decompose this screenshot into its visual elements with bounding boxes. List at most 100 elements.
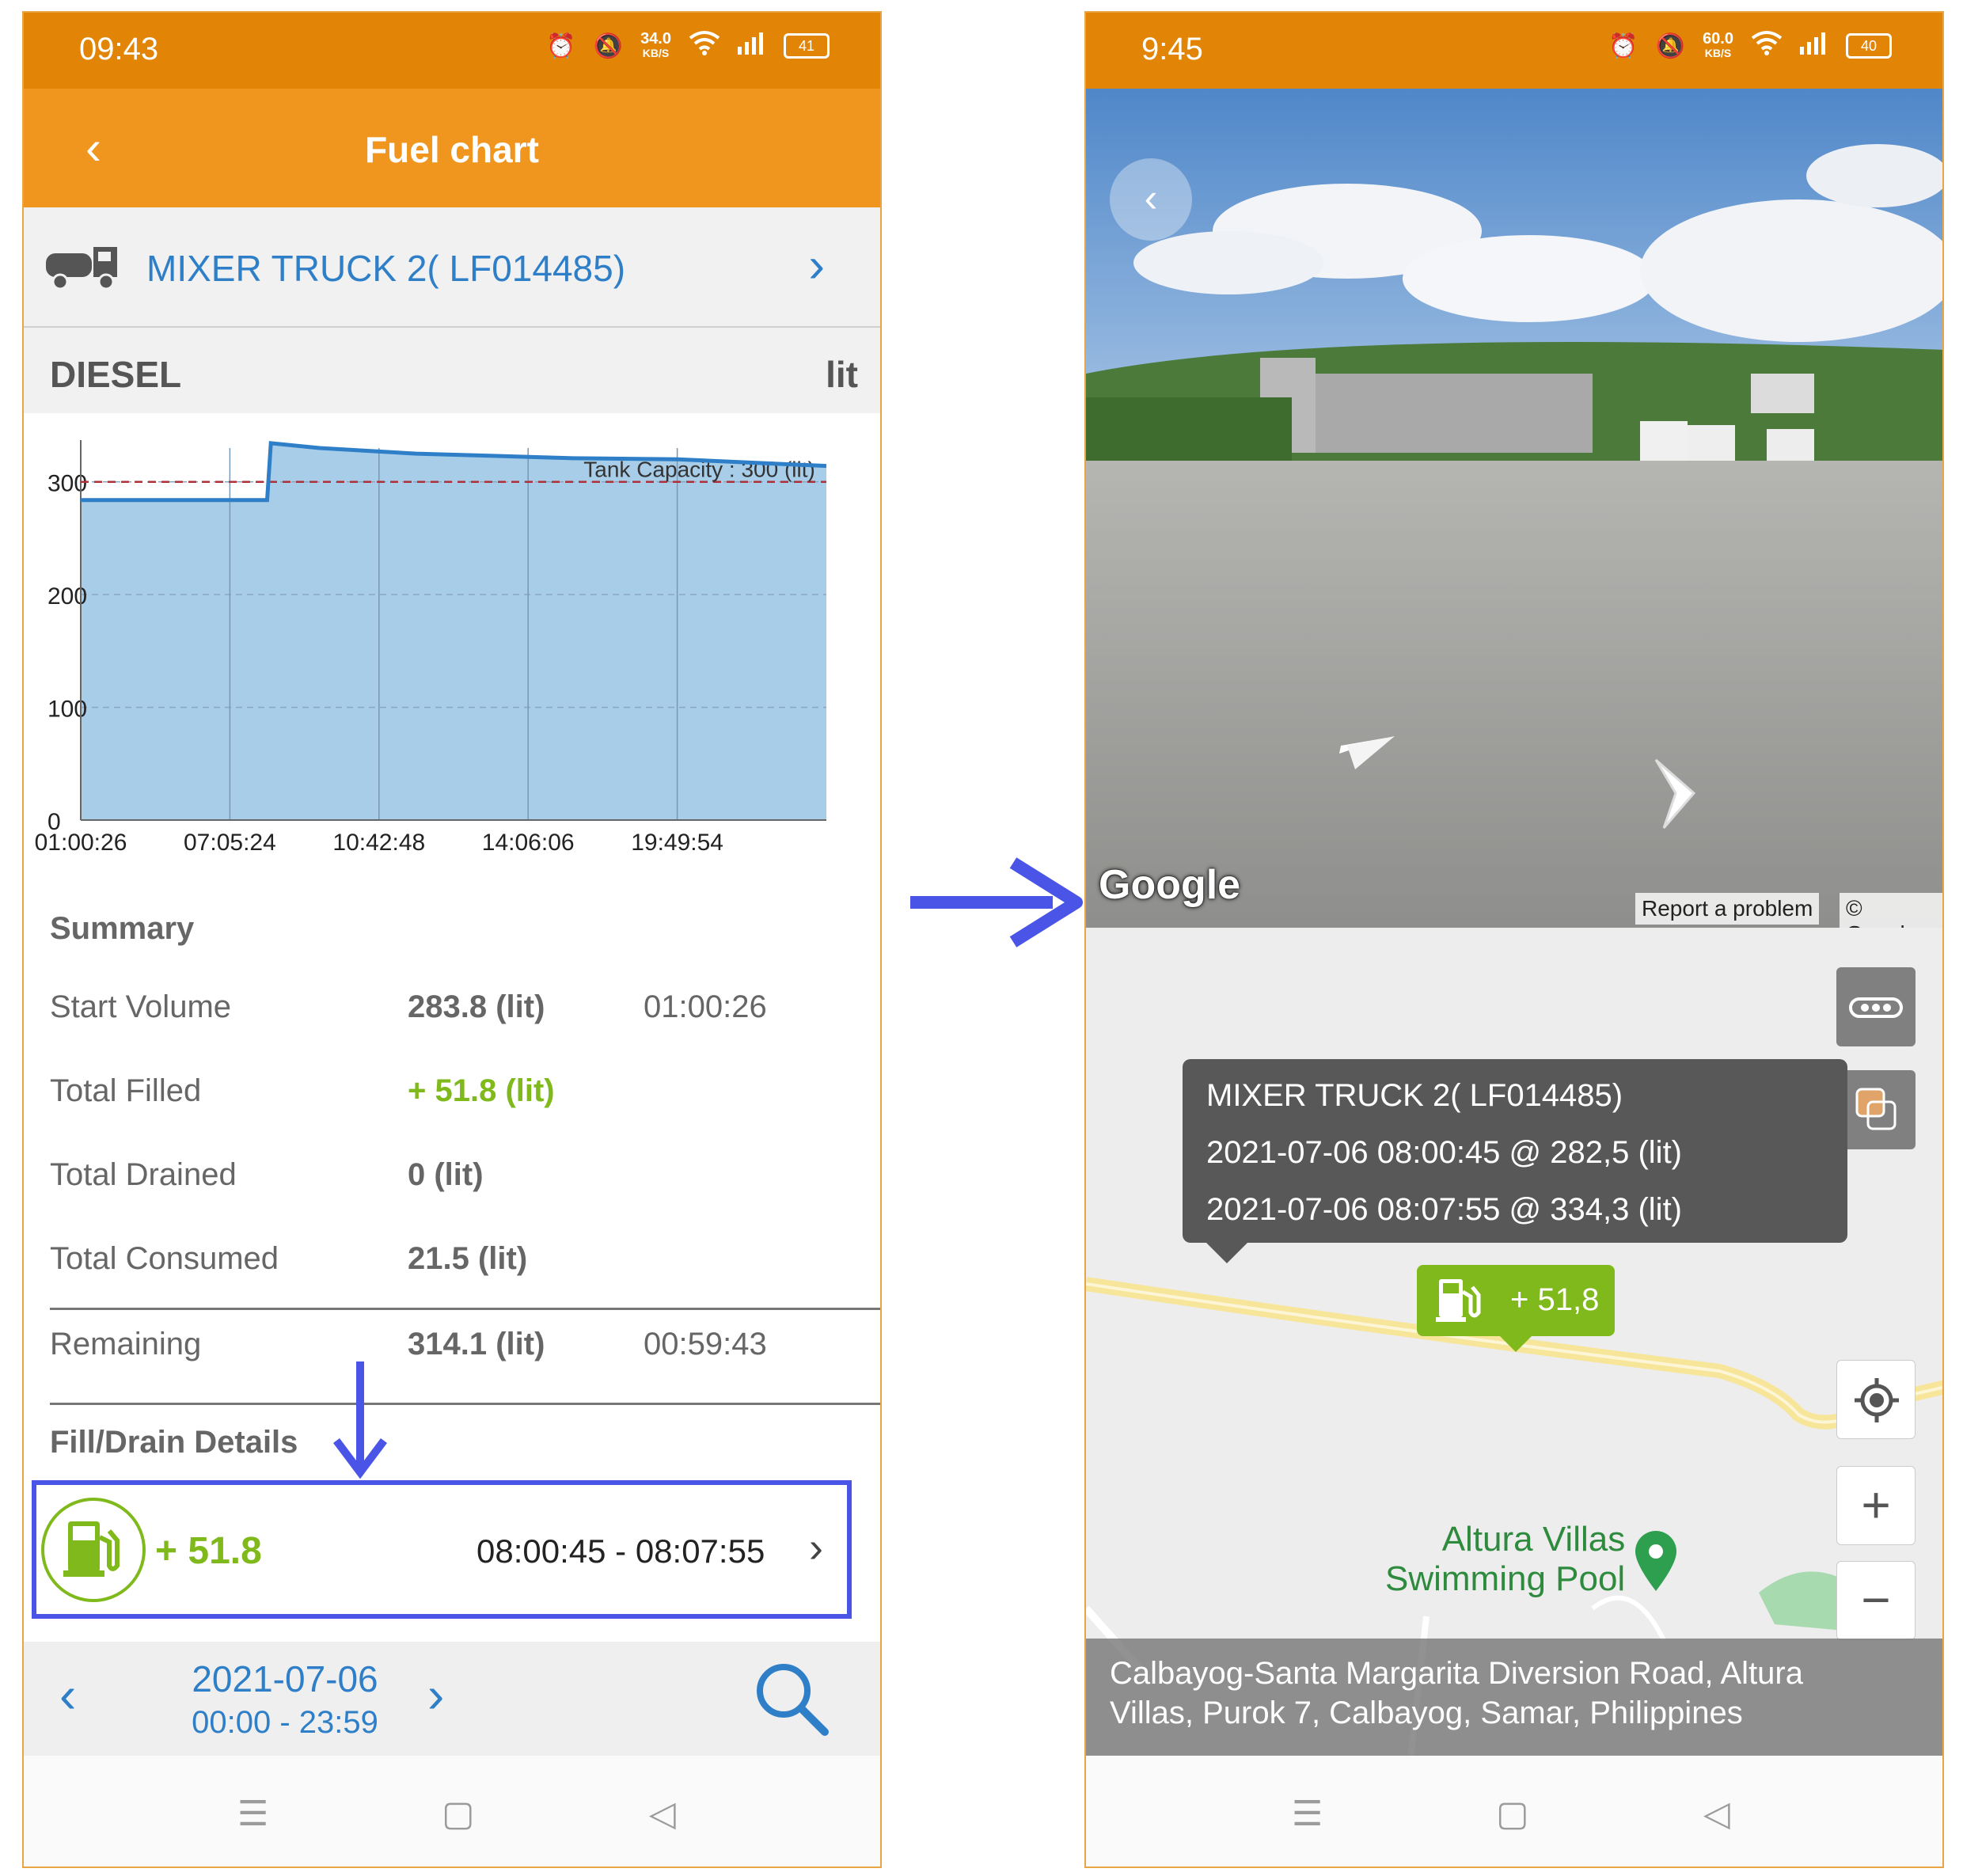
x-tick-label: 14:06:06 bbox=[482, 830, 575, 856]
summary-value: + 51.8 (lit) bbox=[408, 1073, 555, 1108]
more-options-button[interactable] bbox=[1836, 967, 1916, 1046]
status-icons: ⏰ 🔕 60.0 KB/S 40 bbox=[1608, 30, 1892, 62]
map-screen: 9:45 ⏰ 🔕 60.0 KB/S 40 ‹ Google Report a … bbox=[1084, 11, 1944, 1868]
summary-value: 283.8 (lit) bbox=[408, 989, 545, 1024]
fuel-type: DIESEL bbox=[50, 354, 182, 395]
fill-drain-item[interactable]: + 51.8 08:00:45 - 08:07:55 › bbox=[32, 1480, 852, 1619]
summary-row-total-consumed: Total Consumed 21.5 (lit) bbox=[50, 1241, 857, 1304]
system-nav-bar: ☰ ▢ ◁ bbox=[1086, 1756, 1942, 1867]
zoom-in-button[interactable]: + bbox=[1836, 1466, 1916, 1545]
status-time: 9:45 bbox=[1141, 32, 1203, 66]
fill-time-range: 08:00:45 - 08:07:55 bbox=[477, 1532, 765, 1570]
fuel-chart-screen: 09:43 ⏰ 🔕 34.0 KB/S 41 ‹ Fuel chart MIXER… bbox=[22, 11, 882, 1868]
address-bar: Calbayog-Santa Margarita Diversion Road,… bbox=[1086, 1639, 1942, 1759]
time-range-label[interactable]: 00:00 - 23:59 bbox=[166, 1705, 404, 1741]
net-speed: 60.0 KB/S bbox=[1703, 30, 1733, 59]
x-tick-label: 19:49:54 bbox=[631, 830, 723, 856]
back-nav-icon[interactable]: ◁ bbox=[1703, 1794, 1730, 1834]
fill-drain-heading: Fill/Drain Details bbox=[50, 1425, 298, 1460]
tooltip-vehicle: MIXER TRUCK 2( LF014485) bbox=[1206, 1078, 1623, 1113]
chevron-right-icon[interactable]: › bbox=[809, 1523, 823, 1572]
layers-button[interactable] bbox=[1836, 1070, 1916, 1149]
street-view-panorama[interactable]: ‹ Google Report a problem © Google bbox=[1086, 89, 1942, 928]
x-tick-label: 10:42:48 bbox=[332, 830, 425, 856]
mute-icon: 🔕 bbox=[1655, 32, 1686, 59]
fuel-unit: lit bbox=[826, 354, 858, 395]
summary-row-total-filled: Total Filled + 51.8 (lit) bbox=[50, 1073, 857, 1137]
signal-icon bbox=[738, 31, 766, 61]
divider bbox=[50, 1308, 880, 1310]
summary-value: 314.1 (lit) bbox=[408, 1327, 545, 1361]
summary-label: Total Drained bbox=[50, 1157, 237, 1192]
alarm-icon: ⏰ bbox=[1608, 32, 1638, 59]
summary-heading: Summary bbox=[50, 911, 195, 946]
poi-label[interactable]: Altura Villas Swimming Pool bbox=[1385, 1520, 1625, 1599]
battery-icon: 40 bbox=[1846, 33, 1892, 59]
vehicle-selector[interactable]: MIXER TRUCK 2( LF014485) › bbox=[24, 207, 880, 328]
tooltip-pointer bbox=[1206, 1243, 1247, 1263]
battery-icon: 41 bbox=[784, 33, 830, 59]
wifi-icon bbox=[1751, 30, 1783, 62]
app-header: ‹ Fuel chart bbox=[24, 89, 880, 207]
next-day-button[interactable]: › bbox=[427, 1665, 444, 1724]
google-logo: Google bbox=[1099, 862, 1241, 908]
summary-row-total-drained: Total Drained 0 (lit) bbox=[50, 1157, 857, 1221]
summary-time: 01:00:26 bbox=[644, 989, 767, 1024]
mixer-truck-icon bbox=[46, 247, 117, 291]
fill-amount: + 51.8 bbox=[155, 1530, 262, 1572]
signal-icon bbox=[1800, 31, 1828, 61]
x-tick-label: 01:00:26 bbox=[35, 830, 127, 856]
address-line-2: Villas, Purok 7, Calbayog, Samar, Philip… bbox=[1110, 1696, 1743, 1730]
fuel-pump-icon bbox=[1436, 1279, 1481, 1322]
status-bar: 09:43 ⏰ 🔕 34.0 KB/S 41 bbox=[24, 13, 880, 89]
summary-label: Remaining bbox=[50, 1327, 202, 1361]
summary-value: 21.5 (lit) bbox=[408, 1241, 528, 1276]
summary-label: Start Volume bbox=[50, 989, 232, 1024]
status-bar: 9:45 ⏰ 🔕 60.0 KB/S 40 bbox=[1086, 13, 1942, 89]
page-title: Fuel chart bbox=[365, 129, 539, 170]
vehicle-name: MIXER TRUCK 2( LF014485) bbox=[146, 248, 626, 289]
my-location-button[interactable] bbox=[1836, 1360, 1916, 1439]
marker-label: + 51,8 bbox=[1510, 1282, 1600, 1317]
chevron-right-icon[interactable]: › bbox=[808, 237, 825, 294]
summary-row-start-volume: Start Volume 283.8 (lit) 01:00:26 bbox=[50, 989, 857, 1053]
tooltip-end: 2021-07-06 08:07:55 @ 334,3 (lit) bbox=[1206, 1192, 1682, 1227]
x-tick-label: 07:05:24 bbox=[184, 830, 276, 856]
map-pin-icon[interactable] bbox=[1634, 1529, 1678, 1593]
summary-time: 00:59:43 bbox=[644, 1327, 767, 1361]
system-nav-bar: ☰ ▢ ◁ bbox=[24, 1756, 880, 1867]
divider bbox=[50, 1403, 880, 1405]
summary-label: Total Filled bbox=[50, 1073, 202, 1108]
street-view-back-button[interactable]: ‹ bbox=[1110, 158, 1192, 241]
home-icon[interactable]: ▢ bbox=[1496, 1794, 1529, 1834]
flow-arrow-icon bbox=[910, 857, 1083, 947]
down-arrow-icon bbox=[333, 1361, 387, 1479]
net-speed: 34.0 KB/S bbox=[640, 30, 671, 59]
back-nav-icon[interactable]: ◁ bbox=[649, 1794, 676, 1834]
previous-day-button[interactable]: ‹ bbox=[59, 1665, 76, 1724]
date-bar: ‹ 2021-07-06 00:00 - 23:59 › bbox=[24, 1642, 880, 1756]
zoom-out-button[interactable]: − bbox=[1836, 1561, 1916, 1640]
marker-pointer bbox=[1500, 1336, 1532, 1352]
fuel-type-row: DIESEL lit bbox=[24, 328, 880, 413]
date-label[interactable]: 2021-07-06 bbox=[166, 1658, 404, 1700]
search-icon[interactable] bbox=[752, 1659, 831, 1738]
mute-icon: 🔕 bbox=[593, 32, 624, 59]
fuel-pump-icon bbox=[41, 1498, 146, 1602]
menu-icon[interactable]: ☰ bbox=[1292, 1794, 1323, 1834]
menu-icon[interactable]: ☰ bbox=[237, 1794, 268, 1834]
report-problem-link[interactable]: Report a problem bbox=[1635, 893, 1820, 925]
alarm-icon: ⏰ bbox=[546, 32, 576, 59]
copyright-text: © Google bbox=[1840, 893, 1942, 928]
wifi-icon bbox=[689, 30, 720, 62]
home-icon[interactable]: ▢ bbox=[442, 1794, 475, 1834]
status-time: 09:43 bbox=[79, 32, 159, 66]
tooltip-start: 2021-07-06 08:00:45 @ 282,5 (lit) bbox=[1206, 1135, 1682, 1170]
summary-value: 0 (lit) bbox=[408, 1157, 484, 1192]
summary-row-remaining: Remaining 314.1 (lit) 00:59:43 bbox=[50, 1327, 857, 1390]
status-icons: ⏰ 🔕 34.0 KB/S 41 bbox=[546, 30, 830, 62]
street-view-image bbox=[1086, 89, 1942, 928]
fuel-chart[interactable]: 010020030001:00:26 07:05:24 10:42:48 14:06:… bbox=[24, 424, 882, 899]
fill-marker[interactable]: + 51,8 bbox=[1417, 1265, 1615, 1352]
address-line-1: Calbayog-Santa Margarita Diversion Road,… bbox=[1110, 1656, 1803, 1691]
